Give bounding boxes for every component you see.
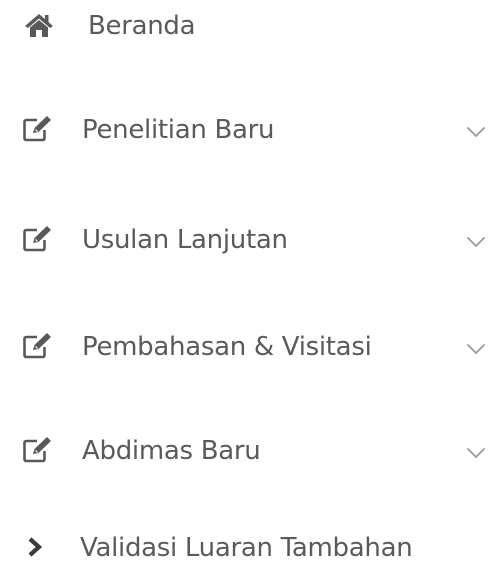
sidebar-item-penelitian-baru[interactable]: Penelitian Baru [0,100,497,164]
chevron-down-icon[interactable] [466,234,486,248]
sidebar-item-abdimas-baru[interactable]: Abdimas Baru [0,421,497,485]
sidebar-menu: Beranda Penelitian Baru Usulan Lanjutan [0,0,497,571]
sidebar-item-validasi-luaran-tambahan[interactable]: Validasi Luaran Tambahan [0,522,497,586]
sidebar-item-label: Usulan Lanjutan [82,225,288,255]
edit-icon [22,436,54,464]
sidebar-item-beranda[interactable]: Beranda [0,2,497,66]
edit-icon [22,332,54,360]
sidebar-item-label: Penelitian Baru [82,115,275,145]
sidebar-item-label: Validasi Luaran Tambahan [80,533,413,563]
sidebar-item-label: Pembahasan & Visitasi [82,332,372,362]
sidebar-item-usulan-lanjutan[interactable]: Usulan Lanjutan [0,210,497,274]
chevron-down-icon[interactable] [466,124,486,138]
chevron-down-icon[interactable] [466,445,486,459]
sidebar-item-pembahasan-visitasi[interactable]: Pembahasan & Visitasi [0,317,497,381]
chevron-down-icon[interactable] [466,341,486,355]
sidebar-item-label: Abdimas Baru [82,436,261,466]
edit-icon [22,115,54,143]
edit-icon [22,225,54,253]
chevron-right-icon [24,536,46,558]
home-icon [24,12,54,38]
sidebar-item-label: Beranda [88,11,196,41]
